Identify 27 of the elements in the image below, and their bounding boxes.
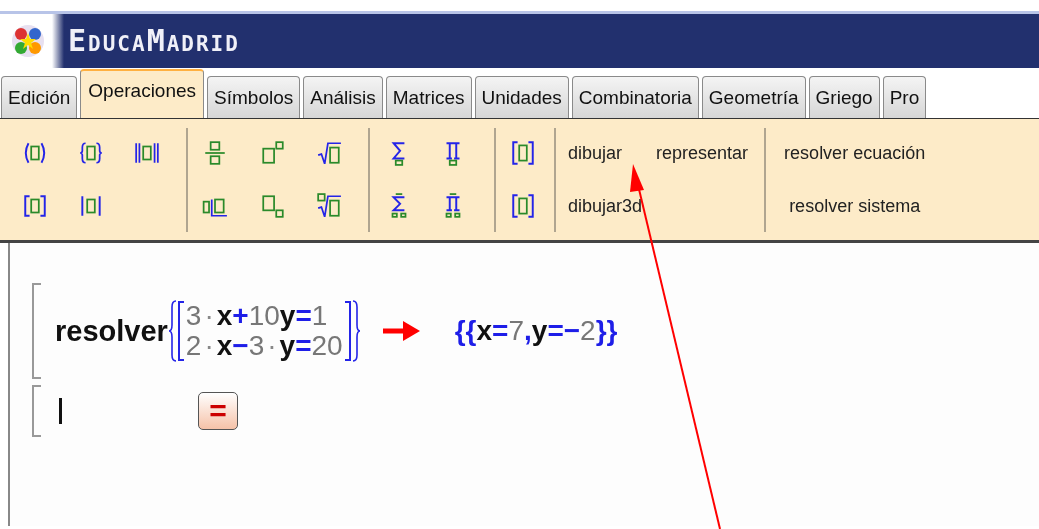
tab[interactable]: Griego bbox=[808, 76, 880, 118]
command-button[interactable]: resolver ecuación bbox=[780, 140, 930, 166]
text-cursor bbox=[59, 398, 62, 424]
tab[interactable]: Símbolos bbox=[207, 76, 301, 118]
result-text: {{x=7,y=−2}} bbox=[454, 315, 618, 347]
tab[interactable]: Matrices bbox=[385, 76, 472, 118]
window-title: EducaMadrid bbox=[68, 26, 240, 56]
tab[interactable]: Combinatoria bbox=[571, 76, 699, 118]
equation: 2·x−3·y=20 bbox=[185, 331, 343, 361]
command-button[interactable]: dibujar bbox=[564, 140, 627, 166]
command-button[interactable]: representar bbox=[652, 140, 753, 166]
tab[interactable]: Unidades bbox=[474, 76, 569, 118]
tab[interactable]: Pro bbox=[882, 76, 927, 118]
evaluate-button[interactable]: = bbox=[198, 392, 238, 430]
tab[interactable]: Análisis bbox=[303, 76, 383, 118]
left-brace-icon bbox=[167, 299, 186, 363]
cell-bracket bbox=[32, 385, 41, 437]
tab[interactable]: Edición bbox=[1, 76, 78, 118]
command-button[interactable]: resolver sistema bbox=[785, 193, 925, 219]
right-brace-icon bbox=[342, 299, 361, 363]
arrow-icon bbox=[382, 320, 421, 342]
tab[interactable]: Geometría bbox=[701, 76, 806, 118]
command-button[interactable]: dibujar3d bbox=[564, 193, 647, 219]
equation: 3·x+10y=1 bbox=[185, 301, 329, 331]
logo-icon bbox=[10, 23, 46, 59]
tab[interactable]: Operaciones bbox=[80, 69, 205, 118]
command-name: resolver bbox=[55, 314, 168, 348]
